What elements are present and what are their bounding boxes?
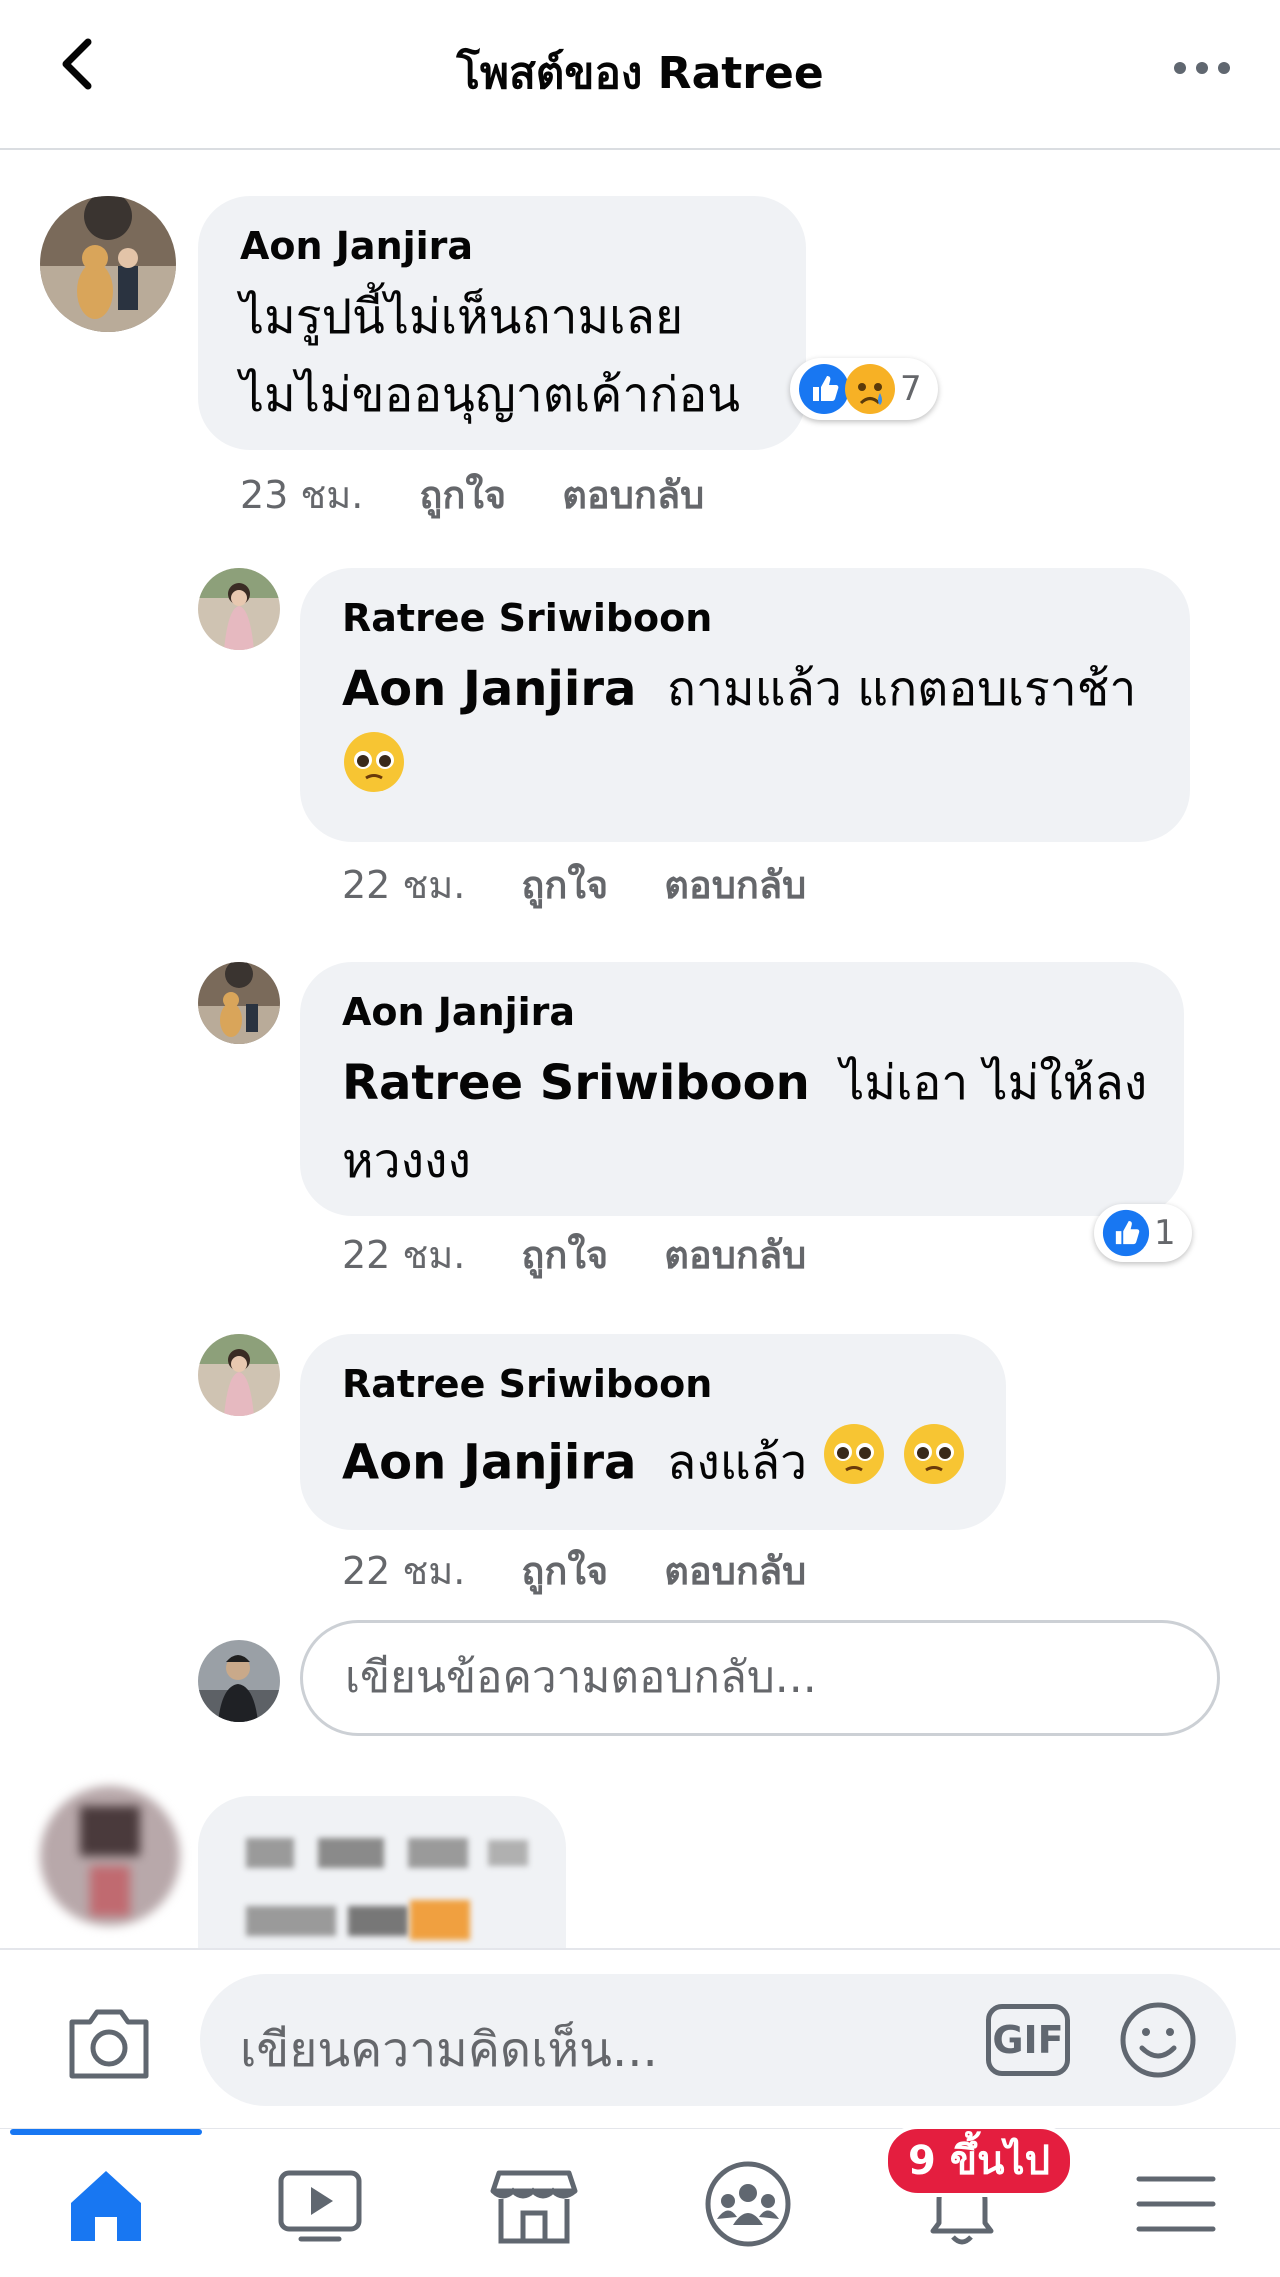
reply-button[interactable]: ตอบกลับ (664, 1549, 806, 1593)
reply-bubble[interactable]: Aon Janjira Ratree Sriwiboon ไม่เอา ไม่ใ… (300, 962, 1184, 1216)
reaction-summary[interactable]: 7 (790, 358, 938, 420)
reply-timestamp[interactable]: 22 ชม. (342, 1233, 465, 1277)
reply-button[interactable]: ตอบกลับ (562, 473, 704, 517)
blurred-avatar (40, 1786, 180, 1926)
camera-icon (69, 2009, 149, 2079)
camera-button[interactable] (64, 2000, 154, 2084)
blurred-content (246, 1906, 336, 1936)
reply-text-line: หวงงง (342, 1133, 471, 1189)
notification-badge: 9 ขึ้นไป (884, 2125, 1074, 2197)
reaction-summary[interactable]: 1 (1094, 1204, 1192, 1262)
tab-marketplace[interactable] (484, 2159, 584, 2259)
reply-timestamp[interactable]: 22 ชม. (342, 863, 465, 907)
reply-input[interactable]: เขียนข้อความตอบกลับ... (300, 1620, 1220, 1736)
like-button[interactable]: ถูกใจ (521, 1549, 608, 1593)
current-user-avatar (198, 1640, 280, 1722)
page-title: โพสต์ของ Ratree (456, 48, 824, 99)
comment-input-placeholder: เขียนความคิดเห็น... (240, 2022, 658, 2078)
gif-button[interactable]: GIF (986, 2004, 1070, 2076)
comment-composer: เขียนความคิดเห็น... GIF (0, 1948, 1280, 2130)
reply-meta: 22 ชม. ถูกใจ ตอบกลับ (342, 1224, 806, 1285)
comment-bubble[interactable]: Aon Janjira ไมรูปนี้ไม่เห็นถามเลย ไมไม่ข… (198, 196, 806, 450)
reply-author[interactable]: Aon Janjira (342, 990, 575, 1034)
top-navigation-bar: โพสต์ของ Ratree (0, 0, 1280, 150)
blurred-comment-bubble (198, 1796, 566, 1948)
avatar[interactable] (198, 962, 280, 1044)
mention-link[interactable]: Ratree Sriwiboon (342, 1055, 810, 1111)
blurred-content (348, 1906, 408, 1936)
more-horizontal-icon (1174, 62, 1230, 74)
reply-text: Ratree Sriwiboon ไม่เอา ไม่ให้ลง (342, 1044, 1162, 1122)
reply-message: ถามแล้ว แกตอบเราช้า (666, 661, 1137, 717)
pleading-face-emoji (822, 1422, 886, 1509)
sad-reaction-icon (845, 364, 895, 414)
blurred-content (246, 1838, 294, 1868)
active-tab-indicator (10, 2129, 202, 2135)
tab-home[interactable] (56, 2159, 156, 2259)
marketplace-icon (490, 2170, 578, 2244)
mention-link[interactable]: Aon Janjira (342, 661, 636, 717)
more-options-button[interactable] (1172, 48, 1232, 88)
reaction-count: 7 (900, 369, 922, 409)
reply-message: ลงแล้ว (666, 1434, 808, 1491)
reply-message: ไม่เอา ไม่ให้ลง (840, 1055, 1148, 1111)
reply-bubble[interactable]: Ratree Sriwiboon Aon Janjira ลงแล้ว (300, 1334, 1006, 1530)
reply-meta: 22 ชม. ถูกใจ ตอบกลับ (342, 854, 806, 915)
menu-icon (1136, 2176, 1216, 2232)
comment-author[interactable]: Aon Janjira (240, 224, 473, 268)
smiley-icon (1120, 2002, 1196, 2078)
reply-bubble[interactable]: Ratree Sriwiboon Aon Janjira ถามแล้ว แกต… (300, 568, 1190, 842)
like-button[interactable]: ถูกใจ (419, 473, 506, 517)
bottom-tab-bar: 9 ขึ้นไป (0, 2125, 1280, 2277)
comment-text-line: ไมไม่ขออนุญาตเค้าก่อน (240, 367, 741, 423)
reply-button[interactable]: ตอบกลับ (664, 1233, 806, 1277)
reaction-count: 1 (1154, 1213, 1176, 1253)
comment-meta: 23 ชม. ถูกใจ ตอบกลับ (240, 464, 704, 525)
reply-author[interactable]: Ratree Sriwiboon (342, 596, 712, 640)
tab-menu[interactable] (1126, 2159, 1226, 2259)
like-reaction-icon (1102, 1209, 1150, 1257)
comment-text-line: ไมรูปนี้ไม่เห็นถามเลย (240, 289, 684, 345)
home-icon (71, 2171, 141, 2241)
video-icon (278, 2170, 362, 2242)
blurred-content (410, 1900, 470, 1940)
blurred-content (408, 1838, 468, 1868)
groups-icon (705, 2161, 791, 2247)
tab-groups[interactable] (698, 2159, 798, 2259)
emoji-line (342, 730, 406, 817)
mention-link[interactable]: Aon Janjira (342, 1435, 636, 1491)
reply-author[interactable]: Ratree Sriwiboon (342, 1362, 712, 1406)
avatar[interactable] (198, 568, 280, 650)
comment-input[interactable]: เขียนความคิดเห็น... GIF (200, 1974, 1236, 2106)
reply-text: Aon Janjira ลงแล้ว (342, 1422, 966, 1509)
pleading-face-emoji (342, 730, 406, 817)
pleading-face-emoji (902, 1422, 966, 1509)
reply-text: Aon Janjira ถามแล้ว แกตอบเราช้า (342, 650, 1162, 728)
like-button[interactable]: ถูกใจ (521, 863, 608, 907)
reply-meta: 22 ชม. ถูกใจ ตอบกลับ (342, 1540, 806, 1601)
reply-timestamp[interactable]: 22 ชม. (342, 1549, 465, 1593)
tab-video[interactable] (270, 2159, 370, 2259)
like-reaction-icon (799, 364, 849, 414)
blurred-content (488, 1840, 528, 1866)
blurred-content (318, 1838, 384, 1868)
avatar[interactable] (198, 1334, 280, 1416)
comment-timestamp[interactable]: 23 ชม. (240, 473, 363, 517)
reply-button[interactable]: ตอบกลับ (664, 863, 806, 907)
like-button[interactable]: ถูกใจ (521, 1233, 608, 1277)
avatar[interactable] (40, 196, 176, 332)
emoji-button[interactable] (1118, 2000, 1198, 2080)
